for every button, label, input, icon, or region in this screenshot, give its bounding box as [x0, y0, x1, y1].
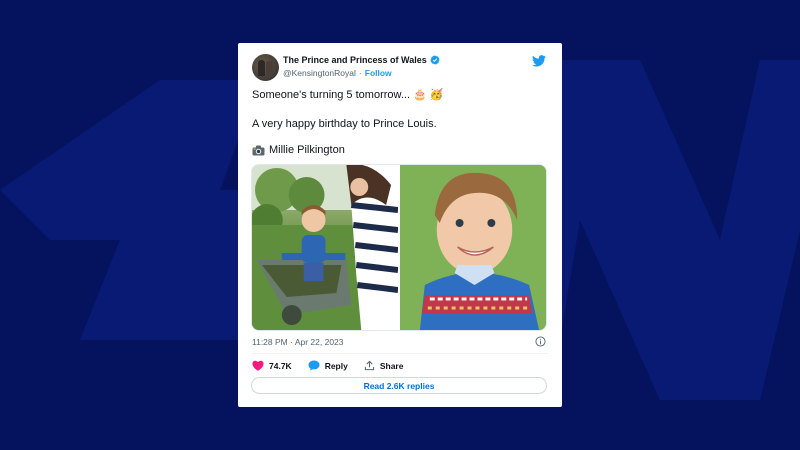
handle-row: @KensingtonRoyal · Follow	[283, 68, 392, 78]
heart-icon	[252, 360, 264, 371]
author-name-row: The Prince and Princess of Wales	[283, 55, 440, 65]
separator-dot: ·	[358, 68, 362, 78]
reply-button[interactable]: Reply	[308, 360, 348, 371]
verified-badge-icon	[430, 55, 440, 65]
handle[interactable]: @KensingtonRoyal	[283, 68, 356, 78]
avatar[interactable]	[252, 54, 279, 81]
tweet-card[interactable]: The Prince and Princess of Wales @Kensin…	[238, 43, 562, 407]
photo-boy-in-wheelbarrow[interactable]	[252, 165, 398, 330]
display-name[interactable]: The Prince and Princess of Wales	[283, 55, 427, 65]
share-button[interactable]: Share	[364, 360, 404, 371]
tweet-line-1: Someone's turning 5 tomorrow... 🎂 🥳	[252, 89, 444, 101]
portrait-scene	[400, 165, 546, 330]
photo-grid[interactable]	[251, 164, 547, 331]
divider	[252, 353, 548, 354]
share-label: Share	[379, 360, 404, 371]
follow-link[interactable]: Follow	[365, 68, 392, 78]
share-icon	[364, 360, 374, 371]
like-button[interactable]: 74.7K	[252, 360, 292, 371]
like-count: 74.7K	[269, 360, 292, 371]
reply-label: Reply	[324, 360, 348, 371]
read-replies-button[interactable]: Read 2.6K replies	[251, 377, 547, 394]
info-icon[interactable]	[535, 336, 546, 347]
action-bar: 74.7K Reply Share	[252, 360, 403, 371]
photo-credit: Millie Pilkington	[269, 144, 345, 156]
photo-boy-portrait[interactable]	[400, 165, 546, 330]
twitter-bird-icon[interactable]	[532, 55, 546, 67]
speech-bubble-icon	[308, 360, 320, 371]
tweet-line-3: Millie Pilkington	[252, 144, 345, 156]
wheelbarrow-scene	[252, 165, 398, 330]
camera-icon	[252, 145, 265, 155]
tweet-line-2: A very happy birthday to Prince Louis.	[252, 118, 437, 130]
timestamp[interactable]: 11:28 PM · Apr 22, 2023	[252, 337, 344, 347]
